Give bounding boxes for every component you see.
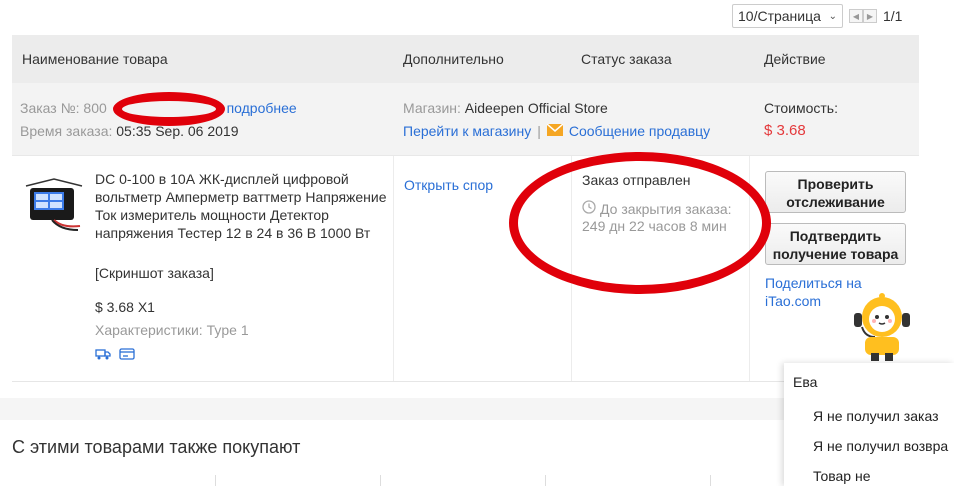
confirm-receipt-button[interactable]: Подтвердить получение товара [765, 223, 906, 265]
order-snapshot-link[interactable]: [Скриншот заказа] [95, 265, 214, 281]
order-number: 800 [83, 100, 107, 116]
product-title[interactable]: DC 0-100 в 10А ЖК-дисплей цифровой вольт… [95, 170, 390, 242]
confirm-receipt-button-label: Подтвердить получение товара [772, 228, 899, 262]
per-page-value: 10/Страница [738, 8, 821, 24]
header-extra: Дополнительно [403, 51, 504, 67]
store-name: Aideepen Official Store [464, 100, 608, 116]
track-order-button[interactable]: Проверить отслеживание [765, 171, 906, 213]
countdown-label: До закрытия заказа: [600, 200, 732, 217]
chat-agent-name: Ева [793, 374, 818, 390]
product-thumbnail[interactable] [24, 176, 84, 232]
order-number-label: Заказ №: [20, 100, 80, 116]
order-status: Заказ отправлен [582, 172, 691, 188]
pagination: 10/Страница ⌄ ◀ ▶ 1/1 [732, 4, 902, 28]
store-label: Магазин: [403, 100, 461, 116]
share-link[interactable]: Поделиться на [765, 275, 862, 291]
next-page-button[interactable]: ▶ [863, 9, 877, 23]
message-seller-link[interactable]: Сообщение продавцу [569, 123, 710, 139]
chevron-down-icon: ⌄ [828, 10, 837, 22]
prev-page-button[interactable]: ◀ [849, 9, 863, 23]
grid-divider [710, 475, 711, 486]
header-action: Действие [764, 51, 826, 67]
chat-option[interactable]: Я не получил заказ [813, 408, 939, 424]
cost-value: $ 3.68 [764, 122, 806, 139]
order-time-label: Время заказа: [20, 123, 113, 139]
envelope-icon [546, 123, 564, 139]
order-info-row: Заказ №: 800 подробнее Время заказа: 05:… [12, 83, 919, 156]
chat-option[interactable]: Я не получил возвра [813, 438, 948, 454]
also-bought-title: С этими товарами также покупают [12, 437, 301, 457]
product-title-text: DC 0-100 в 10А ЖК-дисплей цифровой вольт… [95, 171, 387, 241]
chat-option[interactable]: Товар не [813, 468, 871, 484]
chat-panel: Ева Я не получил заказ Я не получил возв… [784, 363, 954, 486]
shipping-truck-icon[interactable] [95, 347, 111, 363]
item-characteristics: Характеристики: Type 1 [95, 322, 249, 338]
share-text: Поделиться на [765, 275, 862, 291]
share-site: iTao.com [765, 293, 822, 309]
order-item-row: DC 0-100 в 10А ЖК-дисплей цифровой вольт… [12, 156, 919, 382]
open-dispute-link[interactable]: Открыть спор [404, 177, 493, 193]
track-order-button-label: Проверить отслеживание [786, 176, 885, 210]
per-page-select[interactable]: 10/Страница ⌄ [732, 4, 843, 28]
order-time: 05:35 Sep. 06 2019 [116, 123, 239, 139]
clock-icon [582, 200, 596, 217]
item-price-qty: $ 3.68 X1 [95, 299, 155, 315]
grid-divider [215, 475, 216, 486]
grid-divider [380, 475, 381, 486]
header-status: Статус заказа [581, 51, 672, 67]
order-details-link[interactable]: подробнее [227, 100, 297, 116]
countdown-value: 249 дн 22 часов 8 мин [582, 218, 727, 234]
grid-divider [545, 475, 546, 486]
go-to-store-link[interactable]: Перейти к магазину [403, 123, 531, 139]
payment-card-icon[interactable] [119, 347, 135, 363]
link-separator: | [537, 123, 541, 139]
page-count: 1/1 [883, 8, 903, 24]
assistant-mascot-icon[interactable] [851, 293, 915, 366]
share-site-link[interactable]: iTao.com [765, 293, 821, 309]
orders-table-header: Наименование товара Дополнительно Статус… [12, 35, 919, 83]
cost-label: Стоимость: [764, 100, 838, 116]
header-product: Наименование товара [22, 51, 168, 67]
